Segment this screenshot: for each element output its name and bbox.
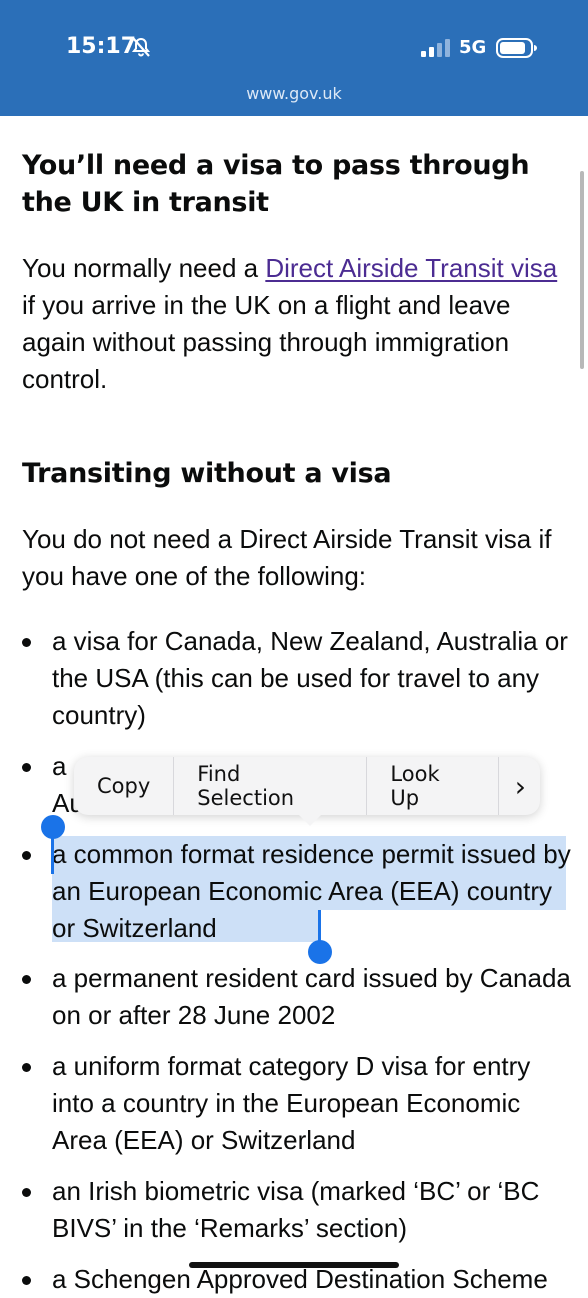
selection-start-caret bbox=[51, 836, 54, 874]
heading-visa-transit: You’ll need a visa to pass through the U… bbox=[22, 150, 530, 218]
intro-paragraph: You normally need a Direct Airside Trans… bbox=[22, 253, 558, 394]
find-selection-button[interactable]: Find Selection bbox=[174, 757, 368, 815]
copy-button[interactable]: Copy bbox=[74, 757, 175, 815]
selection-end-caret bbox=[318, 910, 321, 944]
menu-pointer bbox=[298, 814, 322, 826]
scrollbar[interactable] bbox=[580, 171, 584, 369]
bell-slash-icon bbox=[130, 36, 152, 63]
bullet-dot bbox=[22, 1276, 31, 1285]
heading-transiting-without-visa: Transiting without a visa bbox=[22, 458, 392, 489]
exemptions-paragraph: You do not need a Direct Airside Transit… bbox=[22, 524, 552, 591]
look-up-button[interactable]: Look Up bbox=[367, 757, 499, 815]
bullet-dot bbox=[22, 638, 31, 647]
status-time: 15:17 bbox=[66, 34, 137, 59]
network-label: 5G bbox=[459, 37, 487, 58]
bullet-dot bbox=[22, 1188, 31, 1197]
bullet-dot bbox=[22, 975, 31, 984]
bullet-dot bbox=[22, 1063, 31, 1072]
bullet-dot bbox=[22, 763, 31, 772]
signal-icon bbox=[421, 39, 451, 62]
battery-icon bbox=[496, 38, 538, 63]
browser-header: 15:17 5G www.gov.uk bbox=[0, 0, 588, 116]
bullet-dot bbox=[22, 851, 31, 860]
text-selection-menu: Copy Find Selection Look Up › bbox=[74, 757, 540, 815]
chevron-right-icon[interactable]: › bbox=[499, 757, 540, 815]
home-indicator[interactable] bbox=[189, 1262, 399, 1268]
url-label[interactable]: www.gov.uk bbox=[0, 84, 588, 103]
selection-end-handle[interactable] bbox=[308, 940, 332, 964]
direct-airside-transit-visa-link[interactable]: Direct Airside Transit visa bbox=[265, 253, 557, 283]
